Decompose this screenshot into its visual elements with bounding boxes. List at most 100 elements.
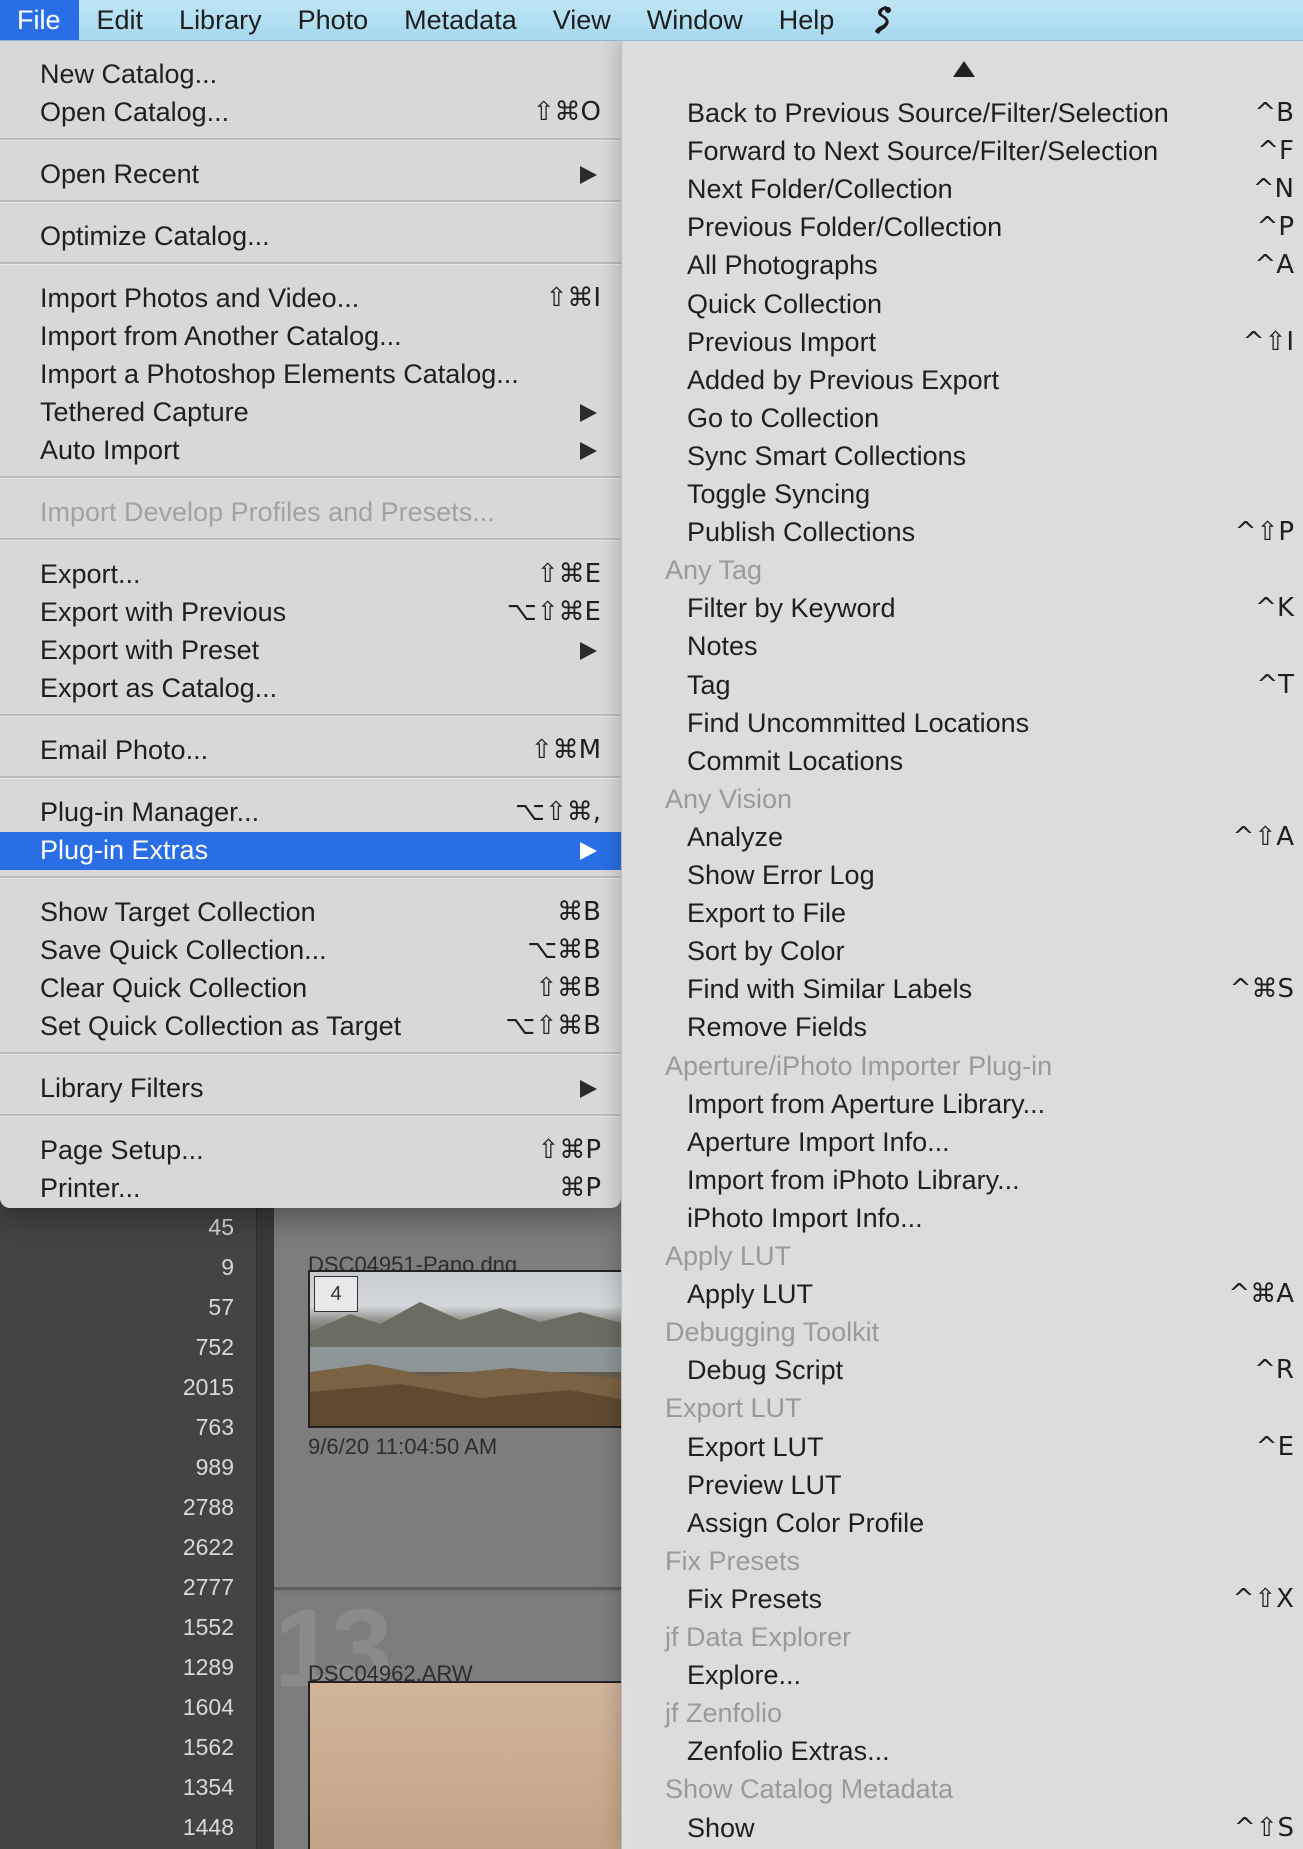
menu-item-label: Open Catalog... xyxy=(40,97,230,127)
menu-item-label: Plug-in Extras xyxy=(40,835,209,865)
menu-metadata[interactable]: Metadata xyxy=(386,0,535,40)
menu-item-shortcut: ⇧⌘E xyxy=(536,559,601,589)
menu-item-shortcut: ⌥⌘B xyxy=(527,935,601,965)
menu-item-import-a-photoshop-elements-catalog[interactable]: Import a Photoshop Elements Catalog... xyxy=(0,356,621,394)
submenu-item-aperture-import-info[interactable]: Aperture Import Info... xyxy=(622,1124,1303,1162)
menu-item-save-quick-collection[interactable]: Save Quick Collection... ⌥⌘B xyxy=(0,932,621,970)
menu-item-open-recent[interactable]: Open Recent xyxy=(0,156,621,194)
submenu-item-go-to-collection[interactable]: Go to Collection xyxy=(622,400,1303,438)
submenu-item-sort-by-color[interactable]: Sort by Color xyxy=(622,933,1303,971)
menu-item-tethered-capture[interactable]: Tethered Capture xyxy=(0,394,621,432)
menu-item-import-photos-and-video[interactable]: Import Photos and Video... ⇧⌘I xyxy=(0,280,621,318)
menu-item-library-filters[interactable]: Library Filters xyxy=(0,1070,621,1108)
submenu-item-previous-import[interactable]: Previous Import ^⇧I xyxy=(622,324,1303,362)
menu-item-plug-in-extras[interactable]: Plug-in Extras xyxy=(0,832,621,870)
submenu-section-header-show-catalog-metadata: Show Catalog Metadata xyxy=(622,1771,1303,1809)
grid-cell[interactable]: DSC04951-Pano.dng 4 9/6/20 11:04:50 AM xyxy=(274,1200,634,1590)
submenu-item-label: Remove Fields xyxy=(687,1012,868,1042)
menu-item-export[interactable]: Export... ⇧⌘E xyxy=(0,556,621,594)
submenu-item-next-folder-collection[interactable]: Next Folder/Collection ^N xyxy=(622,171,1303,209)
menu-item-label: Import Photos and Video... xyxy=(40,283,360,313)
menu-item-new-catalog[interactable]: New Catalog... xyxy=(0,56,621,94)
menu-item-label: Clear Quick Collection xyxy=(40,973,308,1003)
submenu-item-back-to-previous-source-filter-selection[interactable]: Back to Previous Source/Filter/Selection… xyxy=(622,95,1303,133)
menu-item-clear-quick-collection[interactable]: Clear Quick Collection ⇧⌘B xyxy=(0,970,621,1008)
submenu-item-find-with-similar-labels[interactable]: Find with Similar Labels ^⌘S xyxy=(622,971,1303,1009)
menu-item-show-target-collection[interactable]: Show Target Collection ⌘B xyxy=(0,894,621,932)
submenu-item-debug-script[interactable]: Debug Script ^R xyxy=(622,1352,1303,1390)
submenu-item-toggle-syncing[interactable]: Toggle Syncing xyxy=(622,476,1303,514)
menu-item-import-develop-profiles-and-presets: Import Develop Profiles and Presets... xyxy=(0,494,621,532)
submenu-section-header-aperture-iphoto-importer-plug-in: Aperture/iPhoto Importer Plug-in xyxy=(622,1048,1303,1086)
submenu-item-iphoto-import-info[interactable]: iPhoto Import Info... xyxy=(622,1200,1303,1238)
folder-photo-count: 2622 xyxy=(182,1534,234,1560)
panel-divider[interactable] xyxy=(256,1200,274,1849)
submenu-item-added-by-previous-export[interactable]: Added by Previous Export xyxy=(622,362,1303,400)
submenu-item-publish-collections[interactable]: Publish Collections ^⇧P xyxy=(622,514,1303,552)
submenu-item-shortcut: ^T xyxy=(1256,670,1294,700)
scroll-up-arrow-icon[interactable] xyxy=(953,61,975,77)
submenu-item-preview-lut[interactable]: Preview LUT xyxy=(622,1467,1303,1505)
submenu-item-label: Import from iPhoto Library... xyxy=(687,1165,1020,1195)
section-header-label: Export LUT xyxy=(665,1393,802,1423)
submenu-item-forward-to-next-source-filter-selection[interactable]: Forward to Next Source/Filter/Selection ^… xyxy=(622,133,1303,171)
menu-file[interactable]: File xyxy=(0,0,79,40)
submenu-item-analyze[interactable]: Analyze ^⇧A xyxy=(622,819,1303,857)
submenu-item-explore[interactable]: Explore... xyxy=(622,1657,1303,1695)
submenu-item-tag[interactable]: Tag ^T xyxy=(622,667,1303,705)
menu-separator xyxy=(0,200,621,203)
submenu-item-assign-color-profile[interactable]: Assign Color Profile xyxy=(622,1505,1303,1543)
submenu-item-export-lut[interactable]: Export LUT ^E xyxy=(622,1429,1303,1467)
folder-photo-count: 1552 xyxy=(182,1614,234,1640)
submenu-item-notes[interactable]: Notes xyxy=(622,628,1303,666)
menu-item-auto-import[interactable]: Auto Import xyxy=(0,432,621,470)
submenu-item-label: Next Folder/Collection xyxy=(687,174,953,204)
dropbox-script-icon[interactable] xyxy=(852,0,914,40)
submenu-item-zenfolio-extras[interactable]: Zenfolio Extras... xyxy=(622,1733,1303,1771)
submenu-item-previous-folder-collection[interactable]: Previous Folder/Collection ^P xyxy=(622,209,1303,247)
submenu-item-find-uncommitted-locations[interactable]: Find Uncommitted Locations xyxy=(622,705,1303,743)
menu-item-set-quick-collection-as-target[interactable]: Set Quick Collection as Target ⌥⇧⌘B xyxy=(0,1008,621,1046)
menu-view[interactable]: View xyxy=(535,0,629,40)
plugin-extras-submenu: Back to Previous Source/Filter/Selection… xyxy=(621,41,1303,1849)
menu-help[interactable]: Help xyxy=(761,0,853,40)
menu-item-plug-in-manager[interactable]: Plug-in Manager... ⌥⇧⌘, xyxy=(0,794,621,832)
submenu-arrow-icon xyxy=(580,642,597,660)
submenu-item-sync-smart-collections[interactable]: Sync Smart Collections xyxy=(622,438,1303,476)
submenu-item-all-photographs[interactable]: All Photographs ^A xyxy=(622,247,1303,285)
submenu-item-import-from-aperture-library[interactable]: Import from Aperture Library... xyxy=(622,1086,1303,1124)
menu-item-open-catalog[interactable]: Open Catalog... ⇧⌘O xyxy=(0,94,621,132)
submenu-item-label: Show xyxy=(687,1813,755,1843)
photo-thumbnail[interactable] xyxy=(308,1681,634,1849)
folder-photo-count: 2015 xyxy=(182,1374,234,1400)
submenu-item-show[interactable]: Show ^⇧S xyxy=(622,1810,1303,1848)
submenu-item-filter-by-keyword[interactable]: Filter by Keyword ^K xyxy=(622,590,1303,628)
menu-item-export-with-previous[interactable]: Export with Previous ⌥⇧⌘E xyxy=(0,594,621,632)
submenu-item-quick-collection[interactable]: Quick Collection xyxy=(622,286,1303,324)
stack-count-badge[interactable]: 4 xyxy=(314,1276,358,1312)
submenu-item-remove-fields[interactable]: Remove Fields xyxy=(622,1009,1303,1047)
menu-item-email-photo[interactable]: Email Photo... ⇧⌘M xyxy=(0,732,621,770)
menu-photo[interactable]: Photo xyxy=(280,0,387,40)
menu-item-import-from-another-catalog[interactable]: Import from Another Catalog... xyxy=(0,318,621,356)
menu-item-export-as-catalog[interactable]: Export as Catalog... xyxy=(0,670,621,708)
submenu-item-label: Added by Previous Export xyxy=(687,365,1000,395)
menu-item-page-setup[interactable]: Page Setup... ⇧⌘P xyxy=(0,1132,621,1170)
photo-thumbnail[interactable]: 4 xyxy=(308,1270,634,1428)
submenu-item-export-to-file[interactable]: Export to File xyxy=(622,895,1303,933)
menu-edit[interactable]: Edit xyxy=(79,0,162,40)
submenu-item-apply-lut[interactable]: Apply LUT ^⌘A xyxy=(622,1276,1303,1314)
submenu-item-label: Analyze xyxy=(687,822,784,852)
menu-item-label: Optimize Catalog... xyxy=(40,221,270,251)
folder-photo-count: 45 xyxy=(208,1214,234,1240)
submenu-item-commit-locations[interactable]: Commit Locations xyxy=(622,743,1303,781)
menu-item-printer[interactable]: Printer... ⌘P xyxy=(0,1170,621,1208)
submenu-item-import-from-iphoto-library[interactable]: Import from iPhoto Library... xyxy=(622,1162,1303,1200)
menu-item-optimize-catalog[interactable]: Optimize Catalog... xyxy=(0,218,621,256)
submenu-item-show-error-log[interactable]: Show Error Log xyxy=(622,857,1303,895)
menu-library[interactable]: Library xyxy=(161,0,280,40)
menu-item-export-with-preset[interactable]: Export with Preset xyxy=(0,632,621,670)
grid-cell[interactable]: 13 DSC04962.ARW xyxy=(274,1587,634,1849)
submenu-item-fix-presets[interactable]: Fix Presets ^⇧X xyxy=(622,1581,1303,1619)
menu-window[interactable]: Window xyxy=(629,0,761,40)
